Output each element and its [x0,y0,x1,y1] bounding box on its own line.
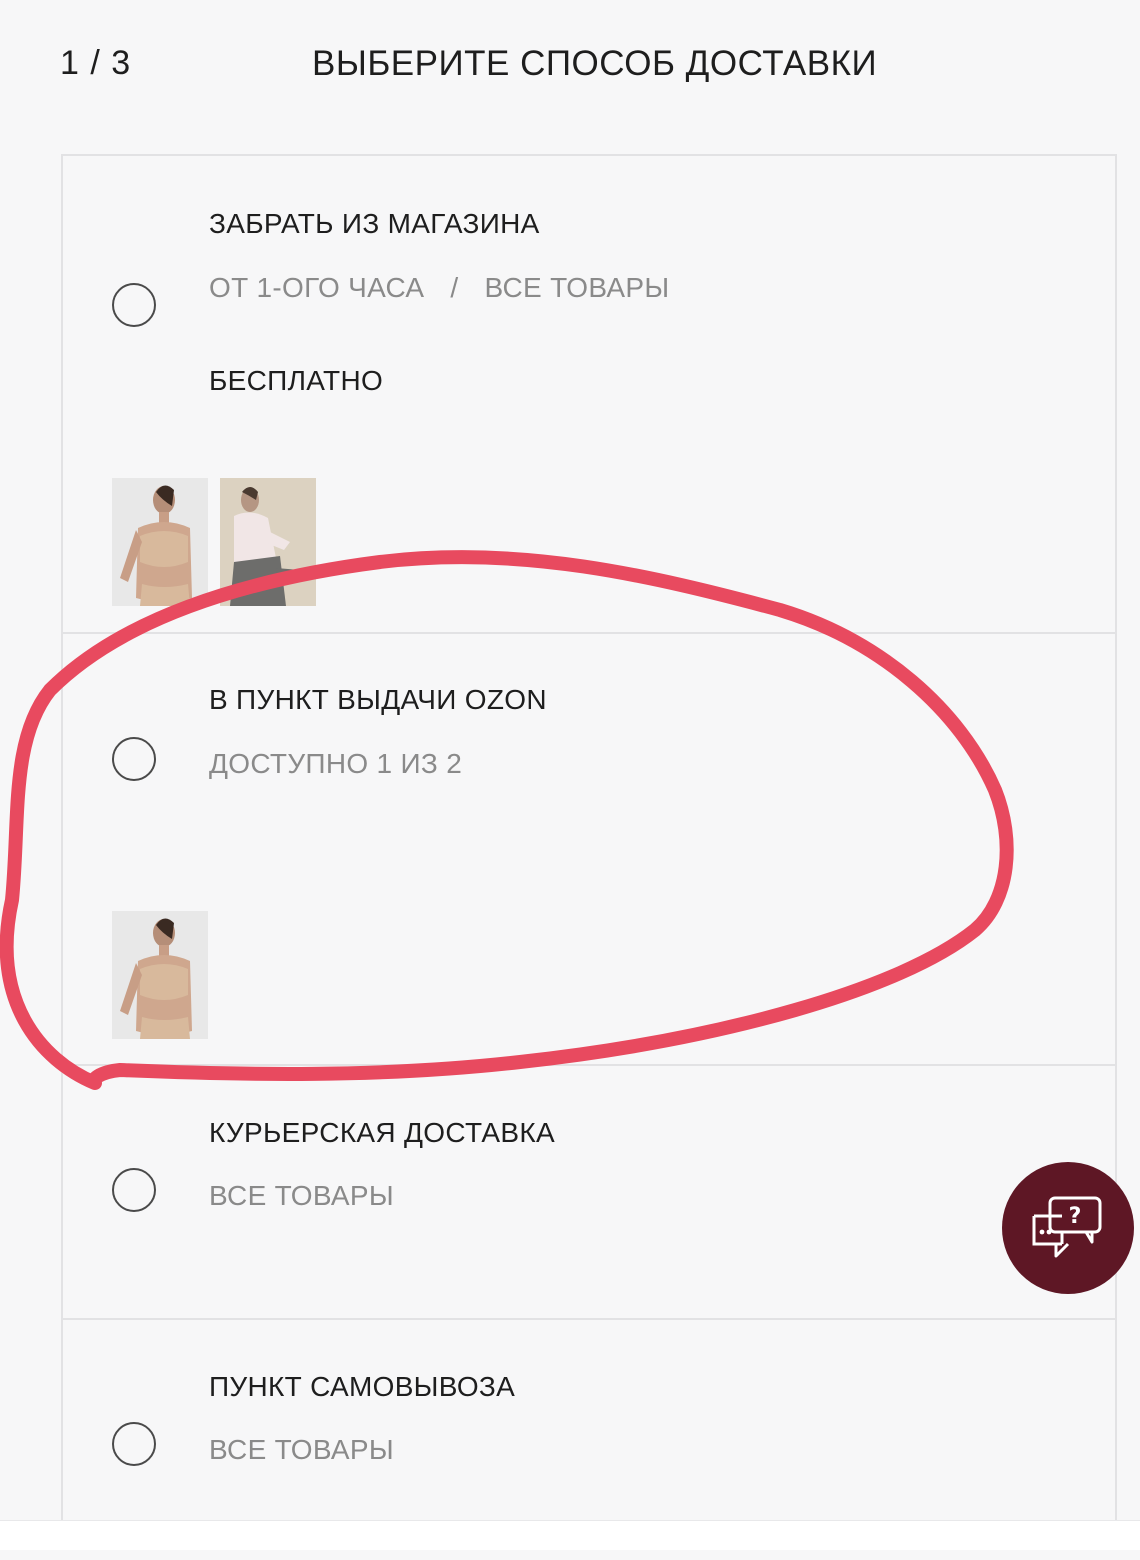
option-subtitle: ОТ 1-ОГО ЧАСА / ВСЕ ТОВАРЫ [209,272,669,304]
option-title: ЗАБРАТЬ ИЗ МАГАЗИНА [209,208,540,239]
svg-text:?: ? [1069,1204,1082,1229]
option-separator: / [450,272,459,303]
option-availability: ВСЕ ТОВАРЫ [209,1180,394,1211]
delivery-option-ozon[interactable]: В ПУНКТ ВЫДАЧИ OZON ДОСТУПНО 1 ИЗ 2 [63,634,1115,1066]
radio-store-pickup[interactable] [112,283,156,327]
option-title: ПУНКТ САМОВЫВОЗА [209,1371,516,1402]
product-thumbnails [112,478,316,606]
option-availability: ВСЕ ТОВАРЫ [209,1434,394,1465]
option-price: БЕСПЛАТНО [209,365,384,396]
product-thumbnails [112,911,208,1039]
option-title: КУРЬЕРСКАЯ ДОСТАВКА [209,1117,555,1148]
bottom-bar [0,1520,1140,1550]
delivery-option-store-pickup[interactable]: ЗАБРАТЬ ИЗ МАГАЗИНА ОТ 1-ОГО ЧАСА / ВСЕ ТО… [63,156,1115,634]
delivery-options-list: ЗАБРАТЬ ИЗ МАГАЗИНА ОТ 1-ОГО ЧАСА / ВСЕ ТО… [61,154,1117,1549]
radio-self-pickup[interactable] [112,1422,156,1466]
product-thumbnail-bra [112,911,208,1039]
chat-help-button[interactable]: ? [1002,1162,1134,1294]
option-availability: ДОСТУПНО 1 ИЗ 2 [209,748,463,779]
page-title: ВЫБЕРИТЕ СПОСОБ ДОСТАВКИ [312,44,878,83]
product-thumbnail-bra [112,478,208,606]
option-availability: ВСЕ ТОВАРЫ [484,272,670,303]
radio-courier[interactable] [112,1168,156,1212]
chat-help-icon: ? [1032,1196,1102,1258]
option-time: ОТ 1-ОГО ЧАСА [209,272,425,303]
delivery-option-courier[interactable]: КУРЬЕРСКАЯ ДОСТАВКА ВСЕ ТОВАРЫ [63,1066,1115,1320]
step-indicator: 1 / 3 [60,44,132,82]
radio-ozon[interactable] [112,737,156,781]
header: 1 / 3 ВЫБЕРИТЕ СПОСОБ ДОСТАВКИ [0,0,1140,130]
product-thumbnail-shirt [220,478,316,606]
option-title: В ПУНКТ ВЫДАЧИ OZON [209,684,547,715]
